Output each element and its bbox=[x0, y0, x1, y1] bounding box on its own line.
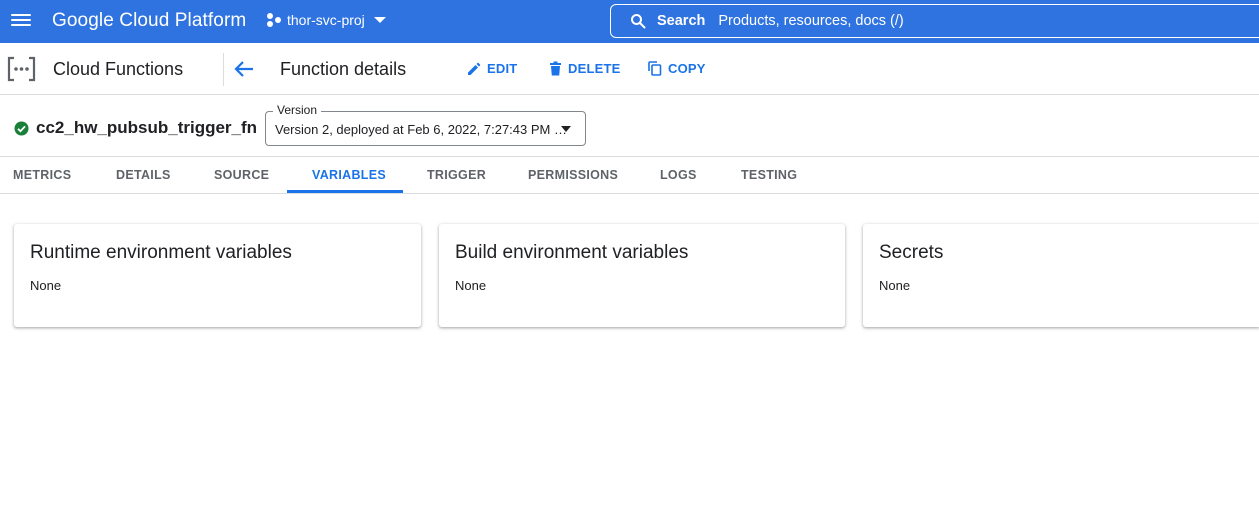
tab-bar: METRICS DETAILS SOURCE VARIABLES TRIGGER… bbox=[0, 157, 1259, 194]
search-label: Search bbox=[657, 13, 706, 29]
active-tab-indicator bbox=[287, 190, 403, 193]
tab-trigger[interactable]: TRIGGER bbox=[427, 168, 486, 182]
card-title: Runtime environment variables bbox=[30, 242, 292, 263]
build-env-vars-card: Build environment variables None bbox=[439, 224, 845, 327]
secrets-card: Secrets None bbox=[863, 224, 1259, 327]
version-select[interactable]: Version Version 2, deployed at Feb 6, 20… bbox=[265, 103, 586, 146]
brand-title[interactable]: Google Cloud Platform bbox=[52, 10, 246, 32]
divider bbox=[223, 53, 224, 86]
card-title: Build environment variables bbox=[455, 242, 689, 263]
copy-button[interactable]: COPY bbox=[648, 61, 706, 76]
delete-label: DELETE bbox=[568, 61, 621, 76]
copy-icon bbox=[648, 61, 662, 76]
dropdown-arrow-icon bbox=[561, 126, 571, 132]
card-value: None bbox=[879, 278, 911, 293]
copy-label: COPY bbox=[668, 61, 706, 76]
tab-details[interactable]: DETAILS bbox=[116, 168, 171, 182]
project-name: thor-svc-proj bbox=[287, 12, 365, 28]
back-arrow-icon[interactable] bbox=[233, 59, 255, 79]
pencil-icon bbox=[468, 62, 481, 75]
version-value: Version 2, deployed at Feb 6, 2022, 7:27… bbox=[275, 122, 567, 137]
edit-label: EDIT bbox=[487, 61, 518, 76]
version-label: Version bbox=[273, 103, 322, 117]
tab-variables[interactable]: VARIABLES bbox=[312, 168, 386, 182]
tab-source[interactable]: SOURCE bbox=[214, 168, 269, 182]
tab-metrics[interactable]: METRICS bbox=[13, 168, 71, 182]
search-bar[interactable]: Search Products, resources, docs (/) bbox=[610, 4, 1259, 38]
product-title: Cloud Functions bbox=[53, 59, 184, 79]
project-selector[interactable]: thor-svc-proj bbox=[266, 12, 386, 28]
search-icon bbox=[631, 14, 646, 29]
cloud-functions-icon bbox=[7, 56, 36, 82]
page-title: Function details bbox=[280, 59, 407, 79]
search-placeholder: Products, resources, docs (/) bbox=[718, 13, 904, 29]
runtime-env-vars-card: Runtime environment variables None bbox=[14, 224, 421, 327]
delete-button[interactable]: DELETE bbox=[549, 61, 620, 76]
trash-icon bbox=[550, 61, 561, 76]
project-icon bbox=[267, 13, 281, 27]
card-title: Secrets bbox=[879, 242, 944, 263]
tab-permissions[interactable]: PERMISSIONS bbox=[528, 168, 618, 182]
edit-button[interactable]: EDIT bbox=[467, 61, 517, 76]
top-app-bar: Google Cloud Platform thor-svc-proj Sear… bbox=[0, 0, 1259, 43]
tab-logs[interactable]: LOGS bbox=[660, 168, 697, 182]
menu-icon[interactable] bbox=[10, 11, 32, 31]
check-circle-icon bbox=[14, 121, 29, 136]
page-header: Cloud Functions Function details EDIT DE… bbox=[0, 43, 1259, 95]
card-value: None bbox=[455, 278, 487, 293]
chevron-down-icon bbox=[373, 17, 386, 23]
card-value: None bbox=[30, 278, 62, 293]
function-header: cc2_hw_pubsub_trigger_fn Version Version… bbox=[0, 96, 1259, 157]
function-name: cc2_hw_pubsub_trigger_fn bbox=[36, 118, 258, 137]
tab-testing[interactable]: TESTING bbox=[741, 168, 797, 182]
